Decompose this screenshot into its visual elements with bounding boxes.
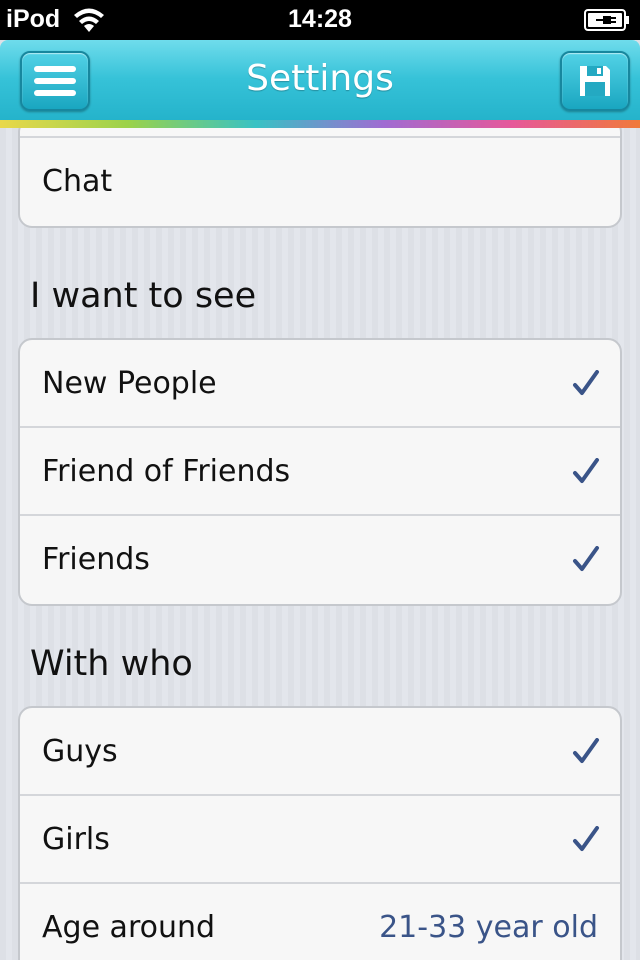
see-group: New People Friend of Friends Friends bbox=[18, 338, 622, 606]
checkmark-icon bbox=[573, 546, 599, 571]
checkmark-icon bbox=[573, 370, 599, 395]
list-item-chat[interactable]: Chat bbox=[20, 138, 620, 226]
row-label: Guys bbox=[42, 734, 118, 769]
chat-group: Chat bbox=[18, 128, 622, 228]
list-item[interactable] bbox=[20, 128, 620, 138]
navigation-bar: Settings bbox=[0, 40, 640, 126]
checkmark-icon bbox=[573, 826, 599, 851]
clock-time: 14:28 bbox=[288, 5, 352, 33]
row-label: Girls bbox=[42, 822, 110, 857]
list-item-friends[interactable]: Friends bbox=[20, 516, 620, 604]
checkmark-icon bbox=[573, 458, 599, 483]
floppy-disk-icon bbox=[580, 66, 610, 96]
list-item-new-people[interactable]: New People bbox=[20, 340, 620, 428]
header-accent-stripe bbox=[0, 120, 640, 128]
list-item-guys[interactable]: Guys bbox=[20, 708, 620, 796]
checkmark-icon bbox=[573, 738, 599, 763]
page-title: Settings bbox=[246, 58, 394, 99]
section-title-with-who: With who bbox=[30, 644, 193, 684]
list-item-girls[interactable]: Girls bbox=[20, 796, 620, 884]
save-button[interactable] bbox=[560, 51, 630, 111]
list-item-age-around[interactable]: Age around 21-33 year old bbox=[20, 884, 620, 960]
row-label: Age around bbox=[42, 910, 216, 945]
settings-list[interactable]: Chat I want to see New People Friend of … bbox=[0, 128, 640, 960]
row-label: Friends bbox=[42, 542, 150, 577]
row-label: Chat bbox=[42, 164, 113, 199]
section-title-see: I want to see bbox=[30, 276, 257, 316]
age-range-value: 21-33 year old bbox=[379, 910, 598, 945]
status-bar: iPod 14:28 bbox=[0, 0, 640, 40]
with-who-group: Guys Girls Age around 21-33 year old bbox=[18, 706, 622, 960]
row-label: Friend of Friends bbox=[42, 454, 291, 489]
row-label: New People bbox=[42, 366, 217, 401]
battery-icon bbox=[584, 9, 629, 31]
list-item-friend-of-friends[interactable]: Friend of Friends bbox=[20, 428, 620, 516]
